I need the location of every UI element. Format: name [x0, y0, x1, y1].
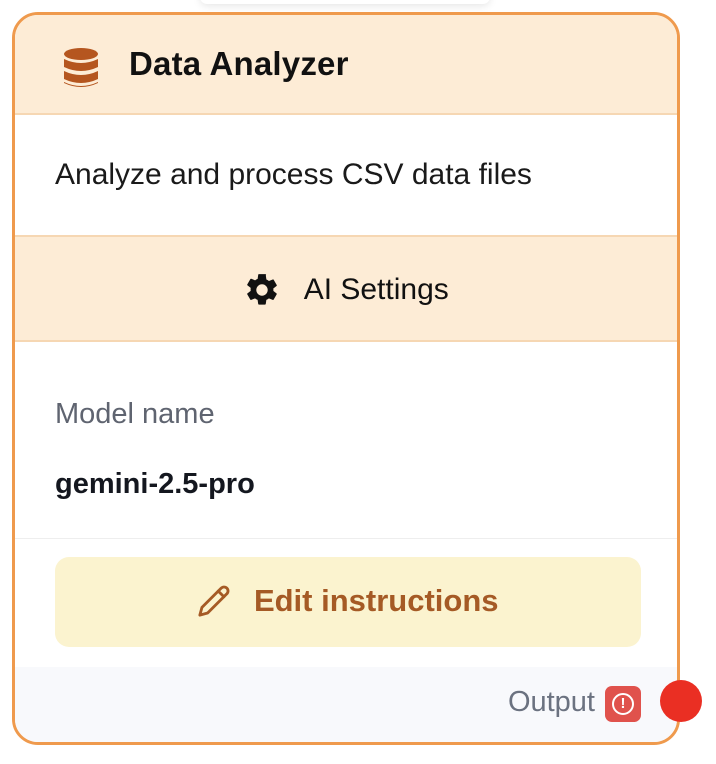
- ai-settings-label: AI Settings: [303, 273, 449, 306]
- alert-icon: !: [605, 686, 641, 722]
- model-name-value: gemini-2.5-pro: [55, 468, 255, 500]
- previous-element-edge: [200, 0, 490, 4]
- model-section: Model name gemini-2.5-pro: [15, 342, 677, 539]
- output-label: Output: [507, 686, 595, 718]
- ai-settings-toggle[interactable]: AI Settings: [15, 237, 677, 342]
- edit-instructions-button[interactable]: Edit instructions: [55, 557, 641, 647]
- pencil-icon: [198, 585, 230, 617]
- node-footer: Output !: [15, 667, 677, 742]
- output-handle[interactable]: [660, 680, 702, 722]
- node-description: Analyze and process CSV data files: [55, 158, 532, 191]
- node-header: Data Analyzer: [15, 15, 677, 115]
- description-section: Analyze and process CSV data files: [15, 115, 677, 237]
- model-name-label: Model name: [55, 398, 215, 430]
- gear-icon: [247, 274, 278, 305]
- node-title: Data Analyzer: [129, 45, 349, 82]
- edit-instructions-label: Edit instructions: [253, 583, 499, 618]
- database-icon: [64, 48, 98, 87]
- data-analyzer-node[interactable]: Data Analyzer Analyze and process CSV da…: [12, 12, 680, 745]
